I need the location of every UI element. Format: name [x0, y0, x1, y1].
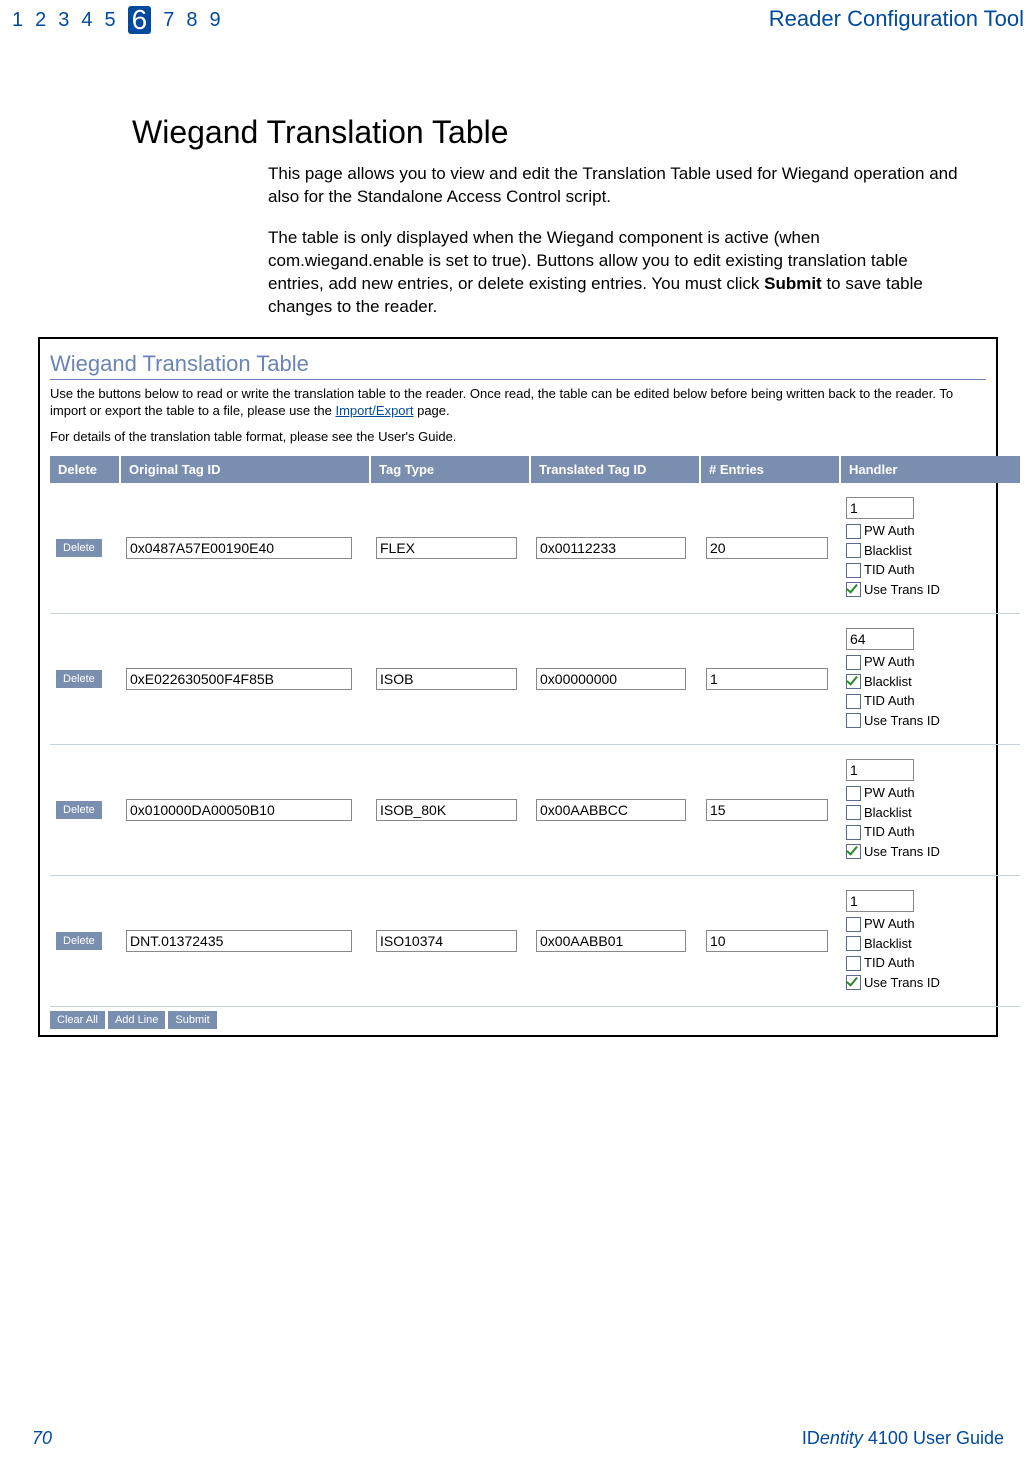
checkbox-label-ut: Use Trans ID — [864, 842, 940, 862]
checkbox-bl[interactable] — [846, 674, 861, 689]
checkbox-tid[interactable] — [846, 825, 861, 840]
page-number: 70 — [32, 1428, 52, 1449]
checkbox-label-pw: PW Auth — [864, 521, 915, 541]
chapter-link-7[interactable]: 7 — [163, 6, 174, 34]
checkbox-pw[interactable] — [846, 917, 861, 932]
checkbox-pw[interactable] — [846, 786, 861, 801]
checkbox-bl[interactable] — [846, 805, 861, 820]
checkbox-label-pw: PW Auth — [864, 914, 915, 934]
panel-intro-1: Use the buttons below to read or write t… — [50, 386, 986, 420]
checkbox-ut[interactable] — [846, 844, 861, 859]
original-input[interactable] — [126, 537, 352, 559]
table-row: Delete PW AuthBlacklistTID AuthUse Trans … — [50, 614, 1020, 745]
entries-input[interactable] — [706, 668, 828, 690]
entries-input[interactable] — [706, 537, 828, 559]
checkbox-label-tid: TID Auth — [864, 560, 915, 580]
handler-value-input[interactable] — [846, 628, 914, 650]
checkbox-bl[interactable] — [846, 936, 861, 951]
section-heading: Wiegand Translation Table — [132, 114, 1004, 151]
entries-input[interactable] — [706, 799, 828, 821]
checkbox-label-bl: Blacklist — [864, 541, 912, 561]
translated-input[interactable] — [536, 799, 686, 821]
translated-input[interactable] — [536, 930, 686, 952]
footer-guide-title: IDentity 4100 User Guide — [802, 1428, 1004, 1449]
checkbox-label-bl: Blacklist — [864, 934, 912, 954]
checkbox-ut[interactable] — [846, 582, 861, 597]
chapter-link-1[interactable]: 1 — [12, 6, 23, 34]
checkbox-label-bl: Blacklist — [864, 672, 912, 692]
checkbox-label-bl: Blacklist — [864, 803, 912, 823]
add-line-button[interactable]: Add Line — [108, 1011, 165, 1029]
delete-button[interactable]: Delete — [56, 932, 102, 950]
chapter-link-9[interactable]: 9 — [209, 6, 220, 34]
checkbox-label-pw: PW Auth — [864, 783, 915, 803]
translation-table: Delete Original Tag ID Tag Type Translat… — [50, 456, 1020, 1007]
original-input[interactable] — [126, 930, 352, 952]
col-header-original: Original Tag ID — [120, 456, 370, 483]
handler-value-input[interactable] — [846, 759, 914, 781]
table-row: Delete PW AuthBlacklistTID AuthUse Trans … — [50, 876, 1020, 1007]
col-header-entries: # Entries — [700, 456, 840, 483]
checkbox-tid[interactable] — [846, 694, 861, 709]
checkbox-label-pw: PW Auth — [864, 652, 915, 672]
tagtype-input[interactable] — [376, 799, 517, 821]
translated-input[interactable] — [536, 537, 686, 559]
delete-button[interactable]: Delete — [56, 670, 102, 688]
original-input[interactable] — [126, 799, 352, 821]
panel-title: Wiegand Translation Table — [50, 349, 986, 380]
col-header-handler: Handler — [840, 456, 1020, 483]
intro-paragraph-2: The table is only displayed when the Wie… — [268, 227, 964, 319]
translated-input[interactable] — [536, 668, 686, 690]
col-header-delete: Delete — [50, 456, 120, 483]
checkbox-label-ut: Use Trans ID — [864, 711, 940, 731]
chapter-link-5[interactable]: 5 — [105, 6, 116, 34]
header-title: Reader Configuration Tool — [769, 6, 1024, 32]
chapter-link-8[interactable]: 8 — [186, 6, 197, 34]
delete-button[interactable]: Delete — [56, 539, 102, 557]
chapter-link-4[interactable]: 4 — [81, 6, 92, 34]
handler-value-input[interactable] — [846, 497, 914, 519]
table-row: Delete PW AuthBlacklistTID AuthUse Trans … — [50, 483, 1020, 614]
checkbox-ut[interactable] — [846, 975, 861, 990]
checkbox-ut[interactable] — [846, 713, 861, 728]
checkbox-label-tid: TID Auth — [864, 953, 915, 973]
checkbox-label-tid: TID Auth — [864, 822, 915, 842]
original-input[interactable] — [126, 668, 352, 690]
table-row: Delete PW AuthBlacklistTID AuthUse Trans … — [50, 745, 1020, 876]
chapter-link-6[interactable]: 6 — [128, 6, 152, 34]
intro-paragraph-1: This page allows you to view and edit th… — [268, 163, 964, 209]
tagtype-input[interactable] — [376, 930, 517, 952]
chapter-link-2[interactable]: 2 — [35, 6, 46, 34]
tagtype-input[interactable] — [376, 537, 517, 559]
handler-value-input[interactable] — [846, 890, 914, 912]
panel-intro-2: For details of the translation table for… — [50, 429, 986, 446]
checkbox-pw[interactable] — [846, 524, 861, 539]
chapter-link-3[interactable]: 3 — [58, 6, 69, 34]
checkbox-label-ut: Use Trans ID — [864, 580, 940, 600]
screenshot-panel: Wiegand Translation Table Use the button… — [38, 337, 998, 1038]
checkbox-label-tid: TID Auth — [864, 691, 915, 711]
chapter-nav: 123456789 — [12, 6, 221, 34]
col-header-translated: Translated Tag ID — [530, 456, 700, 483]
col-header-tagtype: Tag Type — [370, 456, 530, 483]
checkbox-tid[interactable] — [846, 956, 861, 971]
checkbox-tid[interactable] — [846, 563, 861, 578]
entries-input[interactable] — [706, 930, 828, 952]
checkbox-label-ut: Use Trans ID — [864, 973, 940, 993]
tagtype-input[interactable] — [376, 668, 517, 690]
submit-button[interactable]: Submit — [168, 1011, 216, 1029]
delete-button[interactable]: Delete — [56, 801, 102, 819]
checkbox-bl[interactable] — [846, 543, 861, 558]
import-export-link[interactable]: Import/Export — [335, 403, 413, 418]
checkbox-pw[interactable] — [846, 655, 861, 670]
clear-all-button[interactable]: Clear All — [50, 1011, 105, 1029]
